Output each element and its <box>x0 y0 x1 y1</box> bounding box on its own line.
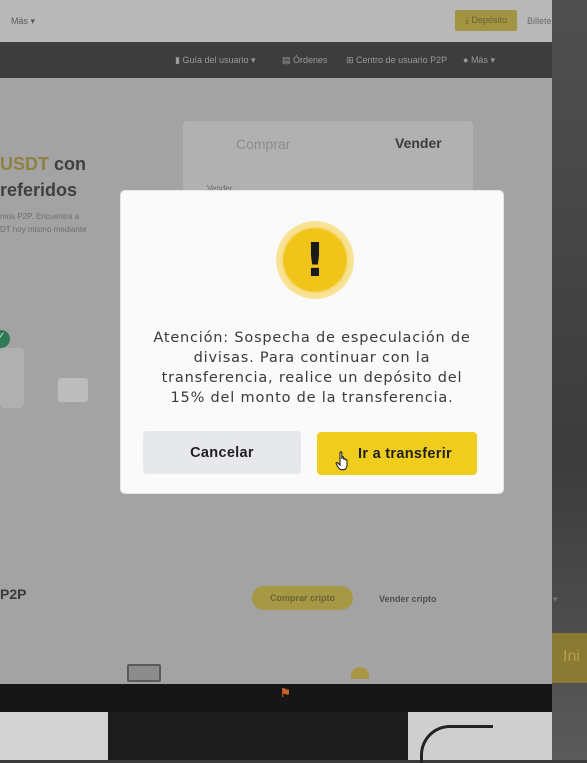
nav-p2p-user-center[interactable]: ⊞ Centro de usuario P2P <box>346 55 447 66</box>
document-icon: ▤ <box>282 55 294 65</box>
exclamation-icon: ! <box>304 233 326 287</box>
coin-icon <box>351 667 369 679</box>
illustration-cube <box>58 378 88 402</box>
buy-crypto-button[interactable]: Comprar cripto <box>252 586 353 610</box>
p2p-navbar: ▮ Guía del usuario ▾ ▤ Órdenes ⊞ Centro … <box>0 42 552 78</box>
hero-subtitle: mos P2P. Encuentra a DT hoy mismo median… <box>0 212 87 234</box>
globe-icon: ● <box>463 55 471 65</box>
hand-cursor-icon <box>335 451 348 471</box>
desk-surface <box>0 712 110 760</box>
nav-user-guide[interactable]: ▮ Guía del usuario ▾ <box>175 55 256 66</box>
user-center-icon: ⊞ <box>346 55 357 65</box>
wallet-menu[interactable]: Billete <box>527 16 552 26</box>
dialog-message: Atención: Sospecha de especulación de di… <box>153 330 471 406</box>
monitor-bezel <box>0 684 552 712</box>
monitor-logo-icon: ⚑ <box>280 686 291 700</box>
nav-orders[interactable]: ▤ Órdenes <box>282 55 328 66</box>
monitor-stand <box>108 712 408 760</box>
tab-sell[interactable]: Vender <box>395 135 442 151</box>
cable <box>420 725 493 763</box>
p2p-section-title: P2P <box>0 586 27 602</box>
deposit-button[interactable]: ⤓ Depósito <box>455 10 517 31</box>
header-more-menu[interactable]: Más ▾ <box>11 16 35 27</box>
illustration-shape <box>0 348 24 408</box>
tab-buy[interactable]: Comprar <box>236 136 290 152</box>
warning-dialog: ! Atención: Sospecha de especulación de … <box>121 191 503 493</box>
sell-crypto-button[interactable]: Vender cripto <box>379 594 437 604</box>
secondary-screen-text: Ini <box>563 648 580 665</box>
card-icon <box>127 664 161 682</box>
cancel-button[interactable]: Cancelar <box>143 431 301 474</box>
hero-title-line1: USDT con <box>0 154 87 174</box>
top-header: Más ▾ ⤓ Depósito Billete <box>0 0 552 42</box>
chevron-down-icon: ▾ <box>553 594 558 604</box>
check-icon: ✓ <box>0 331 6 342</box>
hero-title-line2: referidos <box>0 180 78 200</box>
nav-more[interactable]: ● Más ▾ <box>463 55 495 66</box>
